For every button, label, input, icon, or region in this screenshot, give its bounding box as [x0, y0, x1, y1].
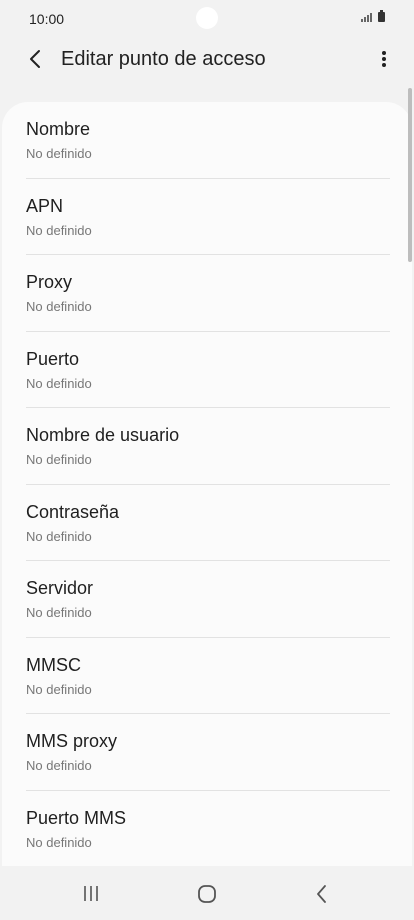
status-icons — [361, 10, 385, 22]
item-label: Puerto MMS — [26, 807, 127, 828]
signal-icon — [361, 13, 372, 22]
list-item-servidor[interactable]: Servidor No definido — [26, 561, 390, 638]
item-value: No definido — [26, 681, 92, 697]
camera-cutout — [196, 7, 218, 29]
item-label: APN — [26, 195, 64, 216]
item-value: No definido — [26, 758, 92, 773]
item-label: Nombre — [26, 119, 91, 139]
list-item-contrasena[interactable]: Contraseña No definido — [26, 485, 390, 561]
scrollbar[interactable] — [408, 88, 412, 262]
item-value: No definido — [26, 222, 92, 238]
list-item-mmsc[interactable]: MMSC No definido — [26, 638, 390, 714]
settings-list: Nombre No definido APN No definido Proxy… — [2, 102, 412, 866]
home-icon — [198, 885, 216, 903]
item-value: No definido — [26, 528, 92, 544]
back-button[interactable] — [22, 44, 50, 74]
more-options-button[interactable] — [374, 44, 394, 74]
item-label: Proxy — [26, 272, 73, 292]
status-bar: 10:00 — [0, 0, 414, 36]
more-vertical-icon — [382, 51, 386, 67]
item-label: MMS proxy — [26, 731, 118, 751]
list-item-puerto-mms[interactable]: Puerto MMS No definido — [26, 791, 390, 867]
back-icon — [317, 885, 326, 903]
page-title: Editar punto de acceso — [61, 48, 266, 70]
item-label: MMSC — [26, 654, 81, 675]
list-item-apn[interactable]: APN No definido — [26, 179, 390, 255]
list-item-mms-proxy[interactable]: MMS proxy No definido — [26, 714, 390, 791]
recents-button[interactable] — [76, 880, 106, 908]
item-label: Puerto — [26, 348, 80, 369]
list-item-proxy[interactable]: Proxy No definido — [26, 255, 390, 332]
app-bar: Editar punto de acceso — [0, 36, 414, 86]
item-label: Servidor — [26, 578, 94, 598]
item-value: No definido — [26, 375, 92, 391]
back-arrow-icon — [30, 50, 40, 68]
list-item-nombre-de-usuario[interactable]: Nombre de usuario No definido — [26, 408, 390, 485]
navigation-bar — [0, 866, 414, 920]
status-time: 10:00 — [29, 11, 65, 27]
item-value: No definido — [26, 834, 92, 850]
item-value: No definido — [26, 605, 92, 620]
nav-back-button[interactable] — [307, 880, 337, 908]
item-label: Nombre de usuario — [26, 425, 180, 445]
item-value: No definido — [26, 146, 92, 161]
home-button[interactable] — [192, 880, 222, 908]
item-label: Contraseña — [26, 501, 120, 522]
list-item-puerto[interactable]: Puerto No definido — [26, 332, 390, 408]
recents-icon — [84, 886, 98, 901]
item-value: No definido — [26, 452, 92, 467]
item-value: No definido — [26, 299, 92, 314]
list-item-nombre[interactable]: Nombre No definido — [26, 102, 390, 179]
battery-icon — [378, 10, 385, 22]
